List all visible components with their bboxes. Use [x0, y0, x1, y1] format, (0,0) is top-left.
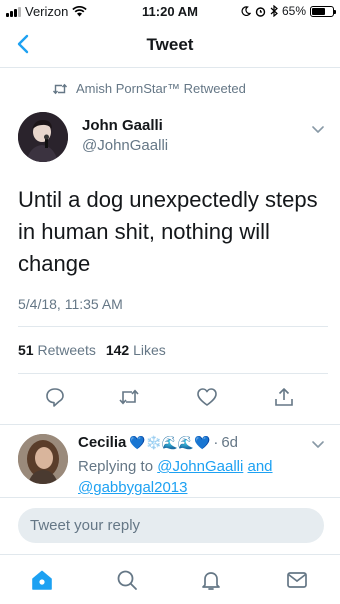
retweets-stat[interactable]: 51 Retweets — [18, 342, 96, 358]
replying-to-prefix: Replying to — [78, 458, 154, 475]
reply-icon[interactable] — [44, 386, 66, 408]
battery-fill — [312, 7, 325, 15]
tweet-actions — [0, 386, 340, 412]
alarm-icon — [255, 6, 266, 17]
retweet-icon[interactable] — [118, 386, 140, 408]
mention-link[interactable]: @JohnGaalli — [157, 458, 243, 475]
author-name[interactable]: John Gaalli — [82, 117, 163, 134]
divider — [0, 497, 340, 498]
divider — [18, 373, 328, 374]
page-title: Tweet — [146, 35, 194, 54]
author-handle[interactable]: @JohnGaalli — [82, 137, 168, 154]
reply-avatar-photo — [18, 434, 68, 484]
likes-label: Likes — [133, 342, 166, 358]
retweeted-by[interactable]: Amish PornStar™ Retweeted — [52, 81, 246, 96]
reply-author-name[interactable]: Cecilia — [78, 434, 126, 451]
author-avatar[interactable] — [18, 112, 68, 162]
battery-percent: 65% — [281, 4, 306, 18]
navigation-bar: Tweet — [0, 22, 340, 68]
divider — [0, 554, 340, 555]
reply-author-emojis: 💙❄️🌊🌊💙 — [129, 434, 211, 450]
retweeted-by-label: Amish PornStar™ Retweeted — [76, 81, 246, 96]
reply-time: 6d — [221, 434, 238, 451]
divider — [0, 424, 340, 425]
reply-header: Cecilia 💙❄️🌊🌊💙 · 6d — [78, 434, 238, 451]
search-icon[interactable] — [115, 568, 139, 592]
avatar-photo — [18, 112, 68, 162]
tweet-timestamp: 5/4/18, 11:35 AM — [18, 296, 123, 312]
replying-to: Replying to @JohnGaalli and @gabbygal201… — [78, 456, 318, 498]
reply-separator: · — [213, 434, 219, 451]
likes-count: 142 — [105, 342, 130, 358]
reply-avatar[interactable] — [18, 434, 68, 484]
chevron-down-icon[interactable] — [310, 436, 326, 452]
like-icon[interactable] — [196, 386, 218, 408]
messages-icon[interactable] — [285, 568, 309, 592]
share-icon[interactable] — [273, 386, 295, 408]
retweets-label: Retweets — [37, 342, 96, 358]
notifications-icon[interactable] — [199, 568, 223, 592]
bluetooth-icon — [270, 5, 278, 17]
status-bar: Verizon 11:20 AM 65% — [0, 0, 340, 22]
retweet-icon — [52, 83, 68, 94]
reply-composer[interactable]: Tweet your reply — [18, 508, 324, 543]
tab-bar — [0, 558, 340, 604]
tweet-text: Until a dog unexpectedly steps in human … — [18, 187, 318, 276]
home-icon[interactable] — [30, 568, 54, 592]
chevron-down-icon[interactable] — [310, 121, 326, 137]
divider — [18, 326, 328, 327]
likes-stat[interactable]: 142 Likes — [106, 342, 166, 358]
and-word: and — [247, 458, 273, 475]
mention-link[interactable]: @gabbygal2013 — [78, 479, 187, 496]
retweets-count: 51 — [18, 342, 34, 358]
tweet-stats: 51 Retweets 142 Likes — [18, 342, 166, 358]
battery-icon — [310, 5, 336, 17]
status-right: 65% — [241, 4, 336, 18]
moon-icon — [241, 6, 251, 16]
